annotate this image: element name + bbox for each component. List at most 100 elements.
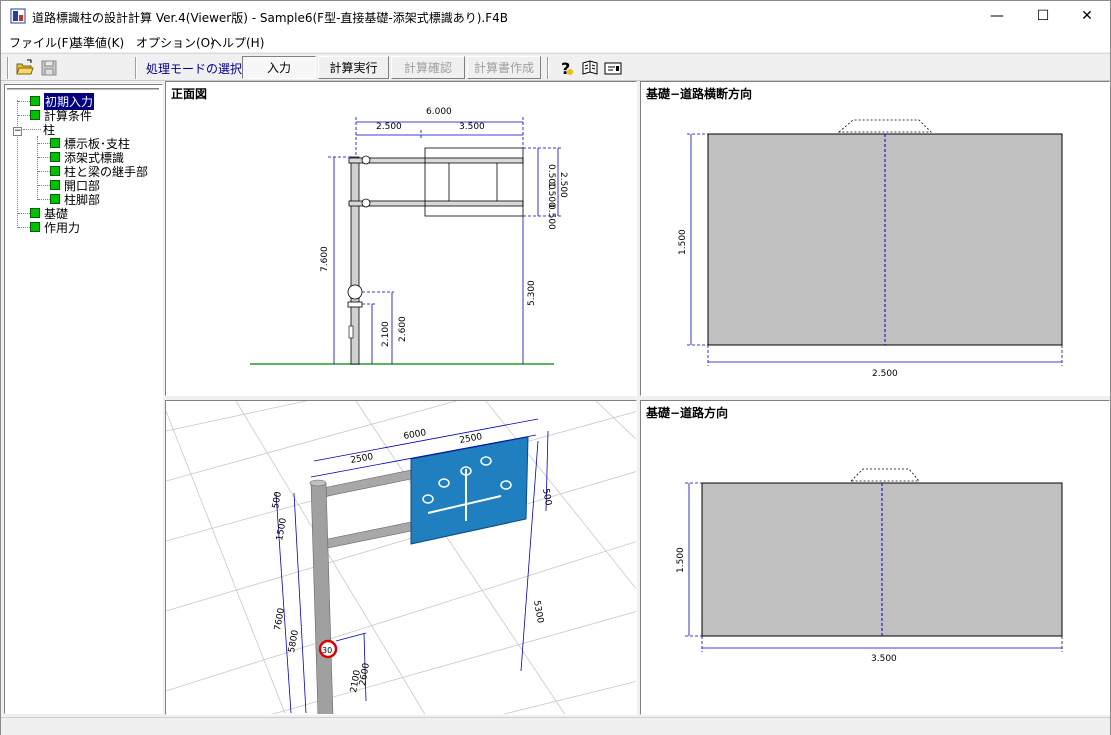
status-indicator-icon: [50, 152, 60, 162]
tree-line: [38, 143, 50, 144]
tree-line: [18, 213, 30, 214]
window-title: 道路標識柱の設計計算 Ver.4(Viewer版) - Sample6(F型-直…: [32, 11, 509, 25]
dim-3d-left-span: 2500: [350, 452, 375, 466]
3d-view-pane[interactable]: 30 6000 2500 2500 500 1500 7600 5800 530…: [165, 400, 637, 715]
upper-beam: [348, 157, 524, 164]
minimize-button[interactable]: —: [974, 1, 1020, 31]
close-button[interactable]: ✕: [1064, 1, 1110, 31]
foundation-height-label: 1.500: [678, 229, 688, 255]
dim-3d-sub2: 2100: [349, 669, 363, 694]
dim-sign-height-b: 2.100: [381, 321, 391, 347]
open-folder-icon[interactable]: [15, 58, 35, 78]
mode-input-button[interactable]: 入力: [242, 56, 316, 79]
front-view-title: 正面図: [171, 87, 208, 101]
maximize-button[interactable]: ☐: [1020, 1, 1066, 31]
sub-sign: [347, 284, 363, 300]
tree-item-label: 柱脚部: [64, 192, 101, 207]
mode-check-button[interactable]: 計算確認: [391, 56, 465, 79]
front-view-pane[interactable]: 6.000 2.500 3.500 7.600 5.300 2.100 2.60…: [165, 81, 637, 396]
dim-sign-height-a: 2.600: [398, 316, 408, 342]
sub-sign-plate: [347, 301, 363, 308]
toolbar-separator: [135, 57, 137, 79]
menu-standard-values[interactable]: 基準値(K): [71, 34, 124, 51]
dim-3d-side-a: 500: [271, 491, 284, 510]
dim-right-span: 3.500: [459, 122, 485, 132]
tree-item-pole[interactable]: 柱: [43, 122, 56, 137]
status-indicator-icon: [50, 166, 60, 176]
svg-text:?: ?: [561, 59, 570, 78]
tree-divider: [7, 88, 159, 90]
foundation-width-label: 2.500: [872, 369, 898, 379]
status-indicator-icon: [50, 194, 60, 204]
lower-beam-3d: [317, 520, 417, 551]
foundation-road-pane[interactable]: 3.500 1.500 基礎−道路方向: [640, 400, 1110, 715]
mode-select-label: 処理モードの選択: [146, 62, 243, 76]
status-indicator-icon: [30, 208, 40, 218]
dim-board-bottom: 0.500: [546, 204, 556, 230]
title-bar: 道路標識柱の設計計算 Ver.4(Viewer版) - Sample6(F型-直…: [1, 1, 1110, 31]
tree-item-label: 柱: [43, 122, 56, 137]
foundation-transverse-title: 基礎−道路横断方向: [646, 87, 753, 101]
status-indicator-icon: [50, 138, 60, 148]
input-tree-panel: − 初期入力 計算条件 柱 標示板･支柱 添架式標識 柱と梁の継手部 開口部 柱…: [4, 84, 163, 714]
dim-3d-side-c: 500: [540, 488, 553, 507]
lower-beam: [348, 200, 524, 207]
maximize-icon: ☐: [1036, 8, 1050, 24]
menu-help[interactable]: ヘルプ(H): [210, 34, 264, 51]
menu-options[interactable]: オプション(O): [136, 34, 215, 51]
pole-base-outline: [837, 119, 932, 133]
save-disk-icon[interactable]: [39, 58, 59, 78]
mode-report-button[interactable]: 計算書作成: [467, 56, 541, 79]
dim-pole-height: 7.600: [320, 246, 330, 272]
status-indicator-icon: [30, 110, 40, 120]
mode-calculate-button[interactable]: 計算実行: [318, 56, 389, 79]
dim-3d-clear: 5300: [531, 600, 545, 625]
foundation-transverse-pane[interactable]: 2.500 1.500 基礎−道路横断方向: [640, 81, 1110, 396]
tree-line: [23, 129, 41, 130]
help-icon[interactable]: ?: [556, 58, 576, 78]
app-window: 道路標識柱の設計計算 Ver.4(Viewer版) - Sample6(F型-直…: [0, 0, 1111, 735]
dim-3d-total-width: 6000: [403, 428, 428, 442]
card-icon[interactable]: [603, 58, 623, 78]
tree-line: [38, 199, 50, 200]
foundation-transverse-drawing: 2.500 1.500: [678, 119, 1063, 379]
status-indicator-icon: [50, 180, 60, 190]
book-icon[interactable]: [580, 58, 600, 78]
tree-item-label: 作用力: [44, 220, 81, 235]
tree-line: [18, 115, 30, 116]
status-indicator-icon: [30, 222, 40, 232]
tree-line: [38, 185, 50, 186]
joint-upper: [361, 155, 371, 165]
toolbar: 処理モードの選択 入力 計算実行 計算確認 計算書作成 ?: [1, 53, 1110, 81]
front-view-drawing: 6.000 2.500 3.500 7.600 5.300 2.100 2.60…: [250, 107, 568, 365]
minimize-icon: —: [990, 8, 1004, 24]
tree-item-acting-force[interactable]: 作用力: [30, 220, 81, 235]
dim-3d-right-span: 2500: [459, 432, 484, 446]
dimension-lines: [328, 117, 562, 364]
app-icon: [10, 8, 26, 24]
toolbar-separator: [547, 57, 549, 79]
dim-board-height: 2.500: [558, 172, 568, 198]
dim-clearance: 5.300: [527, 280, 537, 306]
tree-line: [17, 100, 18, 228]
dim-3d-side-b: 1500: [275, 517, 289, 542]
pole-3d: [310, 482, 334, 714]
dim-3d-pole-b: 5800: [287, 629, 301, 654]
status-bar: [1, 717, 1110, 735]
tree-collapse-toggle[interactable]: −: [13, 127, 22, 136]
pole-cap: [309, 479, 327, 487]
joint-lower: [361, 198, 371, 208]
tree-line: [38, 157, 50, 158]
foundation-height-label: 1.500: [676, 547, 686, 573]
status-indicator-icon: [30, 96, 40, 106]
opening: [348, 325, 354, 339]
tree-item-calc-conditions[interactable]: 計算条件: [30, 108, 92, 123]
tree-line: [37, 136, 38, 200]
close-icon: ✕: [1081, 8, 1093, 24]
menu-bar: ファイル(F) 基準値(K) オプション(O) ヘルプ(H): [1, 31, 1110, 52]
dim-left-span: 2.500: [376, 122, 402, 132]
tree-line: [18, 227, 30, 228]
ground-grid: [166, 401, 636, 714]
dim-total-width: 6.000: [426, 107, 452, 117]
menu-file[interactable]: ファイル(F): [9, 34, 73, 51]
